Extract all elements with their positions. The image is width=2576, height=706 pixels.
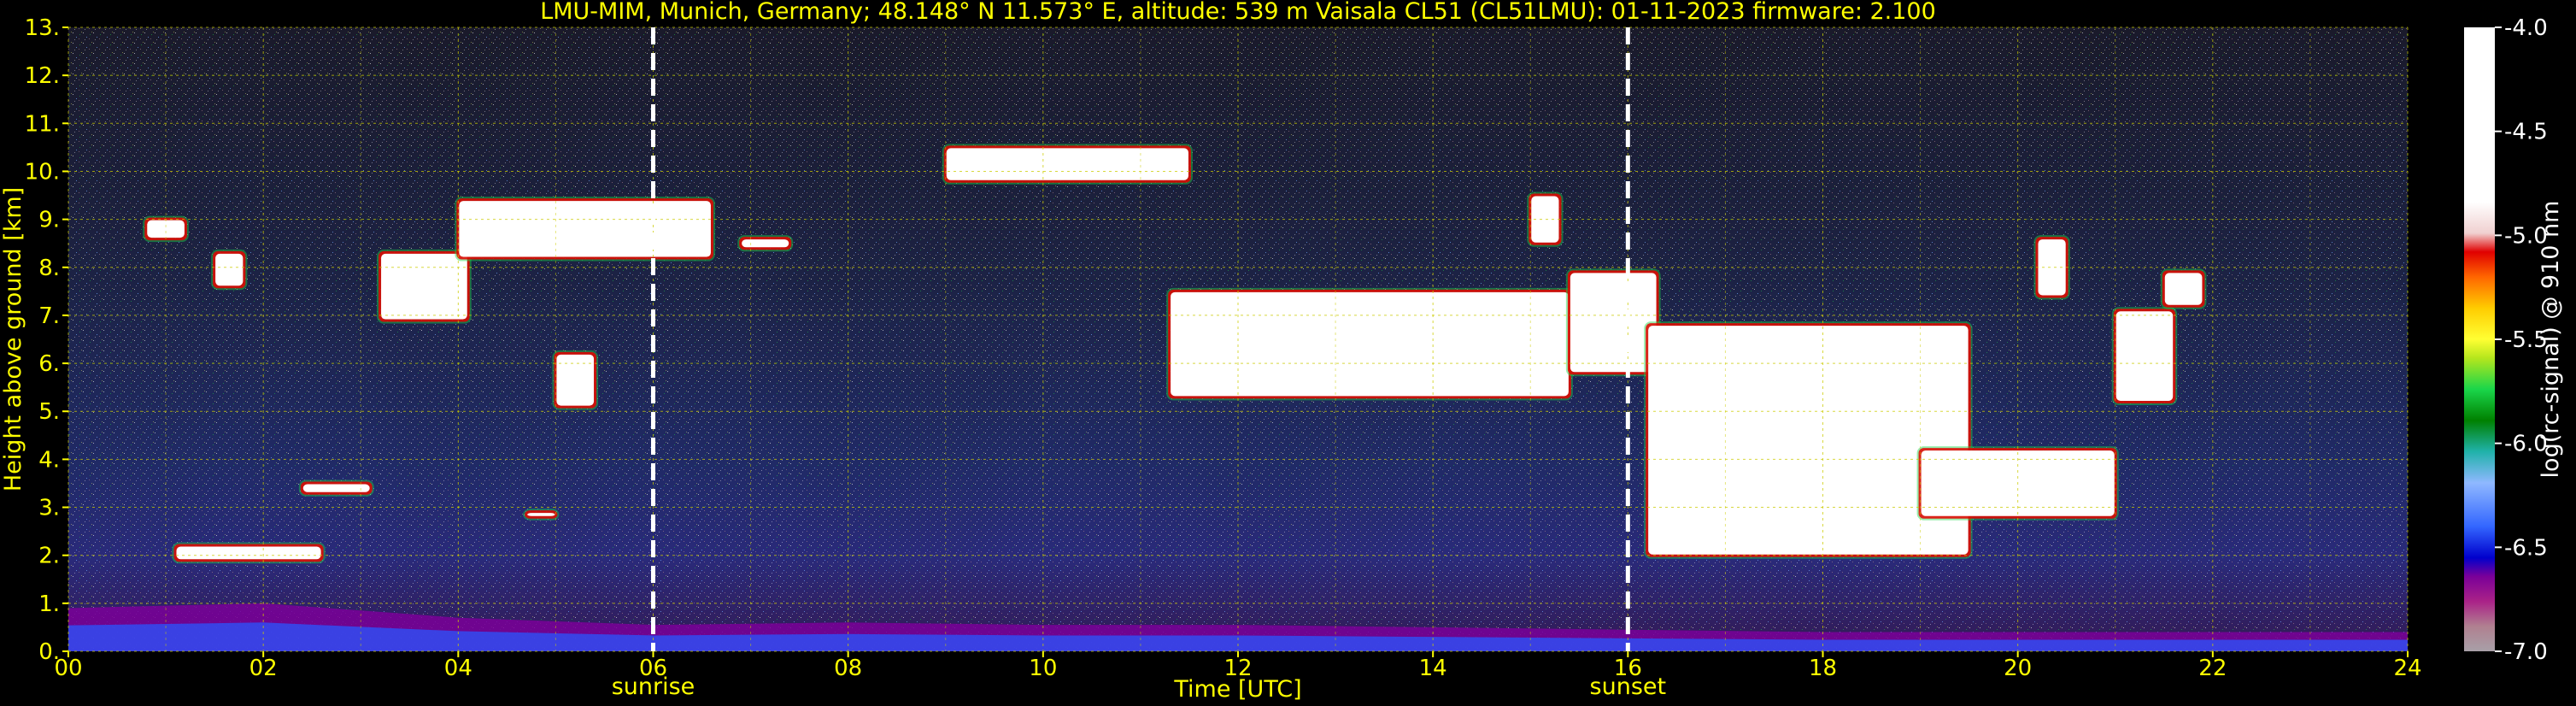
y-tick-label: 3. <box>38 496 60 521</box>
x-axis-label: Time [UTC] <box>1173 676 1301 703</box>
y-tick-label: 10. <box>25 159 60 185</box>
cloud-layer-core <box>176 546 321 560</box>
cloud-layer <box>377 249 472 324</box>
cloud-layer-core <box>459 201 711 257</box>
cloud-layer-core <box>742 239 789 248</box>
cloud-layer <box>2111 307 2178 405</box>
x-tick-label: 08 <box>834 656 862 681</box>
x-tick-label: 10 <box>1029 656 1057 681</box>
cloud-layer-core <box>1570 273 1657 373</box>
cloud-layer <box>2160 268 2207 309</box>
y-tick-label: 4. <box>38 447 60 473</box>
cloud-layer <box>455 197 715 262</box>
cloud-layer-core <box>215 253 244 286</box>
cloud-layer <box>737 235 794 252</box>
x-tick-label: 16 <box>1614 656 1642 681</box>
colorbar-tick-label: -7.0 <box>2504 639 2548 665</box>
x-tick-label: 20 <box>2004 656 2032 681</box>
cloud-layer-core <box>1171 291 1569 397</box>
cloud-layer <box>523 509 560 521</box>
y-tick-label: 5. <box>38 399 60 425</box>
cloud-layer <box>552 350 599 410</box>
y-tick-label: 1. <box>38 591 60 617</box>
x-tick-label: 14 <box>1419 656 1447 681</box>
y-axis-ticks: 0.1.2.3.4.5.6.7.8.9.10.11.12.13. <box>25 15 68 665</box>
colorbar-tick-label: -4.5 <box>2504 120 2548 145</box>
x-tick-label: 02 <box>249 656 278 681</box>
x-tick-label: 06 <box>639 656 667 681</box>
cloud-layer <box>1644 321 1973 559</box>
cloud-layer-core <box>2115 311 2174 401</box>
y-tick-label: 13. <box>25 15 60 41</box>
cloud-layer-core <box>302 484 370 492</box>
cloud-layer-core <box>381 253 467 320</box>
x-tick-label: 18 <box>1809 656 1837 681</box>
cloud-layer <box>298 479 374 497</box>
y-axis-label: Height above ground [km] <box>0 187 26 491</box>
cloud-layer <box>172 542 326 564</box>
x-tick-label: 04 <box>444 656 472 681</box>
colorbar-label: log(rc-signal) @ 910 nm <box>2538 201 2564 479</box>
cloud-layer <box>2033 235 2070 300</box>
cloud-layer-core <box>556 354 595 406</box>
cloud-layer-core <box>946 148 1188 180</box>
cloud-layer-core <box>527 513 555 516</box>
y-tick-label: 7. <box>38 303 60 329</box>
x-tick-label: 00 <box>54 656 82 681</box>
cloud-layer <box>1166 287 1573 401</box>
y-tick-label: 2. <box>38 544 60 569</box>
chart-title: LMU-MIM, Munich, Germany; 48.148° N 11.5… <box>540 0 1936 25</box>
x-tick-label: 24 <box>2393 656 2421 681</box>
colorbar-tick-label: -4.0 <box>2504 15 2548 41</box>
cloud-layer <box>211 249 248 291</box>
colorbar-tick-label: -6.5 <box>2504 535 2548 561</box>
cloud-layer-core <box>2164 273 2203 305</box>
x-tick-label: 22 <box>2198 656 2227 681</box>
cloud-layer <box>942 144 1193 185</box>
y-tick-label: 12. <box>25 63 60 89</box>
y-tick-label: 8. <box>38 256 60 281</box>
ceilometer-backscatter-chart: sunrise sunset 0.1.2.3.4.5.6.7.8.9.10.11.… <box>0 0 2564 703</box>
y-tick-label: 9. <box>38 208 60 233</box>
cloud-layer-core <box>147 220 185 238</box>
y-tick-label: 11. <box>25 111 60 137</box>
y-tick-label: 6. <box>38 351 60 377</box>
colorbar <box>2464 27 2495 651</box>
